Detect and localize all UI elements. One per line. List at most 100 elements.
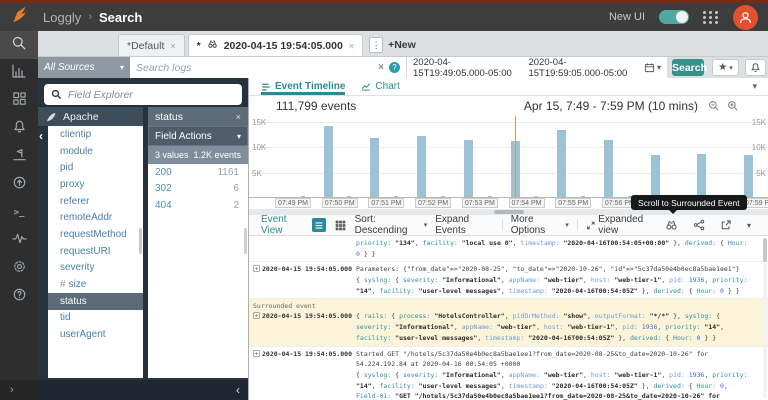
more-options-dropdown[interactable]: More Options ▾: [511, 214, 569, 236]
expand-event-icon[interactable]: [253, 264, 262, 274]
search-button[interactable]: Search: [672, 59, 704, 76]
unsaved-indicator: *: [197, 40, 201, 52]
tree-collapse-handle[interactable]: ‹: [39, 129, 43, 143]
event-list: priority: "134", facility: "local use 0"…: [249, 236, 768, 400]
rail-item-anomalies[interactable]: [0, 143, 38, 171]
calendar-picker[interactable]: ▾: [644, 62, 661, 73]
zoom-out-icon[interactable]: [708, 100, 720, 112]
new-tab-button[interactable]: +New: [388, 39, 416, 51]
source-selector[interactable]: All Sources ▾: [38, 57, 130, 78]
field-item-clientip[interactable]: clientip: [48, 126, 143, 143]
tab-event-timeline[interactable]: Event Timeline: [261, 78, 345, 95]
status-scrollbar[interactable]: [244, 228, 247, 254]
event-timeline-chart: 15K15K10K10K5K5K: [249, 116, 768, 198]
expanded-view-button[interactable]: Expanded view: [586, 214, 657, 236]
chevron-down-icon[interactable]: ▾: [747, 221, 751, 230]
chart-header: Event Timeline Chart ▾: [249, 78, 768, 96]
field-group-apache[interactable]: Apache: [38, 107, 143, 126]
search-input[interactable]: Search logs × ?: [130, 57, 407, 78]
field-item-proxy[interactable]: proxy: [48, 176, 143, 193]
zoom-in-icon[interactable]: [727, 100, 739, 112]
scroll-to-surrounded-tooltip: Scroll to Surrounded Event: [631, 195, 747, 210]
date-to-input[interactable]: 2020-04-15T19:59:05.000-05:00: [528, 57, 629, 79]
field-item-status[interactable]: status: [48, 293, 143, 310]
expand-event-icon[interactable]: [253, 311, 262, 321]
derived-fields-icon[interactable]: [693, 219, 705, 231]
breadcrumb-page: Search: [99, 10, 142, 25]
event-row[interactable]: Surrounded event2020-04-15 19:54:05.000{…: [249, 299, 768, 346]
chart-minor-bar: [534, 196, 538, 198]
export-icon[interactable]: [720, 219, 732, 231]
rail-item-charts[interactable]: [0, 59, 38, 87]
rail-item-live-tail[interactable]: [0, 227, 38, 255]
expand-event-icon: [253, 238, 262, 239]
rail-item-help[interactable]: [0, 283, 38, 311]
event-list-scrollbar[interactable]: [763, 238, 767, 398]
event-row[interactable]: 2020-04-15 19:54:05.000Parameters: {"fro…: [249, 262, 768, 299]
rail-item-alerts[interactable]: [0, 115, 38, 143]
collapse-chart-icon[interactable]: ▾: [752, 81, 757, 92]
search-icon: [11, 35, 27, 56]
chart-minor-bar: [581, 196, 585, 198]
chevron-down-icon: ▾: [120, 63, 124, 72]
status-value-row[interactable]: 4042: [148, 197, 248, 214]
event-line: { syslog: { severity: "Informational", a…: [356, 275, 768, 286]
rail-item-dashboards[interactable]: [0, 87, 38, 115]
field-item-pid[interactable]: pid: [48, 159, 143, 176]
rail-expand-handle[interactable]: ›: [0, 380, 38, 400]
expand-event-icon[interactable]: [253, 349, 262, 359]
surround-binoculars-icon[interactable]: [665, 219, 678, 231]
field-tree: clientipmodulepidproxyrefererremoteAddrr…: [48, 126, 143, 378]
y-axis-label: 15K: [752, 118, 766, 127]
close-icon[interactable]: ×: [170, 41, 175, 51]
close-icon[interactable]: ×: [349, 41, 354, 51]
tree-scrollbar[interactable]: [139, 228, 142, 254]
clear-search-icon[interactable]: ×: [378, 62, 384, 73]
tab-default[interactable]: *Default ×: [118, 34, 185, 56]
collapse-sidebar-handle[interactable]: ‹: [236, 383, 240, 397]
field-item-tid[interactable]: tid: [48, 310, 143, 327]
field-item-size[interactable]: #size: [48, 276, 143, 293]
search-help-icon[interactable]: ?: [389, 62, 400, 73]
rail-item-api[interactable]: >_: [0, 199, 38, 227]
grid-view-button[interactable]: [334, 218, 347, 232]
field-actions-dropdown[interactable]: Field Actions ▾: [148, 126, 248, 146]
field-item-userAgent[interactable]: userAgent: [48, 326, 143, 343]
list-view-button[interactable]: [312, 218, 325, 232]
breadcrumb-app[interactable]: Loggly: [43, 10, 81, 25]
close-icon[interactable]: ×: [236, 112, 241, 122]
avatar[interactable]: [733, 5, 758, 30]
tab-surround-search[interactable]: * 2020-04-15 19:54:05.000 ×: [188, 34, 363, 56]
event-row[interactable]: 2020-04-15 19:54:05.000Started GET "/hot…: [249, 347, 768, 400]
app-grid-icon[interactable]: [703, 11, 719, 24]
status-value-row[interactable]: 3026: [148, 181, 248, 198]
event-list-scrollbar-thumb[interactable]: [763, 238, 767, 262]
field-item-severity[interactable]: severity: [48, 260, 143, 277]
field-item-requestMethod[interactable]: requestMethod: [48, 226, 143, 243]
gear-icon: [12, 259, 27, 279]
alert-button[interactable]: [745, 59, 766, 76]
status-value-row[interactable]: 2001161: [148, 164, 248, 181]
event-row[interactable]: priority: "134", facility: "local use 0"…: [249, 236, 768, 262]
rail-item-source-setup[interactable]: [0, 171, 38, 199]
field-item-module[interactable]: module: [48, 143, 143, 160]
field-item-referer[interactable]: referer: [48, 193, 143, 210]
expand-events-button[interactable]: Expand Events: [435, 214, 494, 236]
rail-item-settings[interactable]: [0, 255, 38, 283]
star-icon: ★: [718, 62, 727, 73]
sort-dropdown[interactable]: Sort: Descending ▾: [355, 214, 428, 236]
x-axis-label: 07:52 PM: [415, 198, 451, 208]
tab-chart[interactable]: Chart: [361, 78, 399, 95]
saved-searches-button[interactable]: ★ ▾: [712, 59, 739, 76]
rail-item-search[interactable]: [0, 31, 38, 59]
field-item-remoteAddr[interactable]: remoteAddr: [48, 209, 143, 226]
field-explorer-search[interactable]: Field Explorer: [44, 84, 242, 105]
date-from-input[interactable]: 2020-04-15T19:49:05.000-05:00: [413, 57, 514, 79]
field-item-requestURI[interactable]: requestURI: [48, 243, 143, 260]
new-ui-toggle[interactable]: [659, 10, 689, 24]
x-axis-label: 07:49 PM: [275, 198, 311, 208]
chart-minor-bar: [394, 196, 398, 198]
event-line: { syslog: { severity: "Informational", a…: [356, 370, 768, 381]
tab-menu-button[interactable]: ⋮: [369, 37, 383, 53]
total-events-count: 111,799 events: [276, 99, 356, 113]
